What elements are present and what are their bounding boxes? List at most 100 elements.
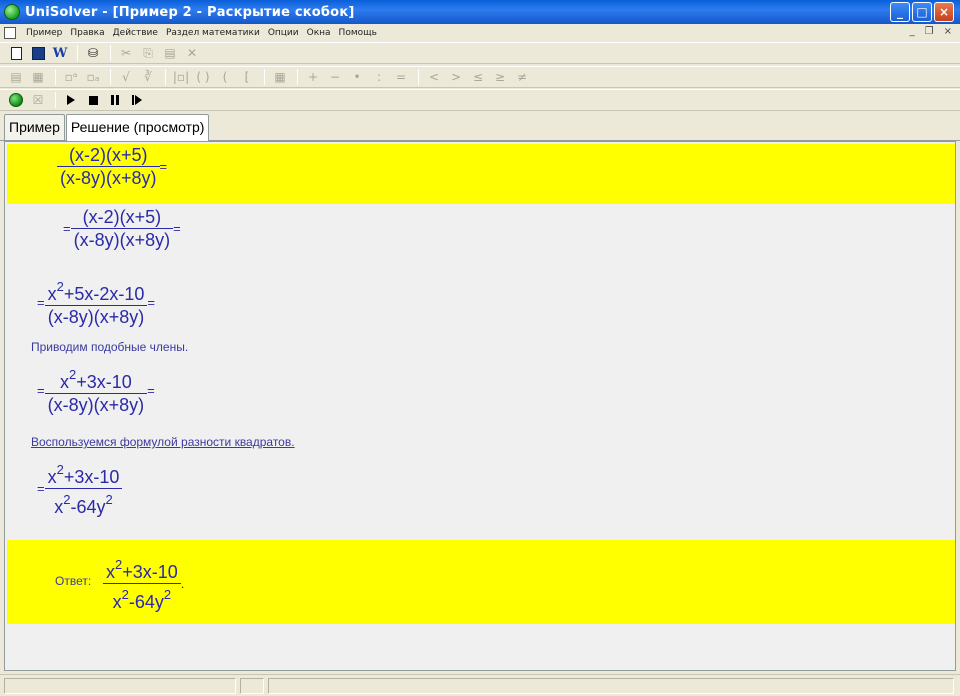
nth-root-icon[interactable]: ∛ [138,68,158,86]
fraction-icon[interactable]: ▤ [6,68,26,86]
open-paren-icon[interactable]: ( [215,68,235,86]
toolbar-file: W ⛁ ✂ ⎘ ▤ ✕ [0,42,960,64]
status-panel [240,678,264,694]
greater-equal-icon[interactable]: ≥ [490,68,510,86]
menu-options[interactable]: Опции [264,28,303,38]
solution-view[interactable]: (x-2)(x+5) (x-8y)(x+8y) = = (x-2)(x+5) (… [4,141,956,671]
fraction: x2+3x-10 (x-8y)(x+8y) [44,364,148,416]
equals-sign: = [63,221,71,236]
toolbar-separator [55,69,56,85]
fraction: (x-2)(x+5) (x-8y)(x+8y) [70,206,174,251]
paste-icon[interactable]: ▤ [160,44,180,62]
app-icon[interactable] [4,4,20,20]
delete-icon[interactable]: ✕ [182,44,202,62]
index-icon[interactable]: ▫ₐ [83,68,103,86]
menu-bar: Пример Правка Действие Раздел математики… [0,24,960,42]
mdi-close-button[interactable]: × [944,26,952,37]
matrix-icon[interactable]: ▦ [28,68,48,86]
window-controls: _ □ × [890,2,954,22]
play-icon[interactable] [61,91,81,109]
denominator: (x-8y)(x+8y) [47,307,145,327]
toolbar-separator [110,69,111,85]
equals-sign: = [147,382,155,398]
toolbar-separator [165,69,166,85]
period: . [180,576,185,591]
equals-sign: = [147,294,155,310]
step-4: = x2+3x-10 x2-64y2 [37,459,123,518]
parentheses-icon[interactable]: ( ) [193,68,213,86]
less-than-icon[interactable]: < [424,68,444,86]
greater-than-icon[interactable]: > [446,68,466,86]
divide-icon[interactable]: : [369,68,389,86]
toolbar-separator [55,92,56,108]
equals-icon[interactable]: = [391,68,411,86]
equals-sign: = [37,294,45,310]
status-bar [0,674,960,696]
toolbar-separator [297,69,298,85]
step-3: = x2+3x-10 (x-8y)(x+8y) = [37,364,155,416]
maximize-button[interactable]: □ [912,2,932,22]
minus-icon[interactable]: − [325,68,345,86]
status-panel [268,678,954,694]
bracket-icon[interactable]: [ [237,68,257,86]
table-icon[interactable] [28,44,48,62]
status-panel [4,678,236,694]
mdi-minimize-button[interactable]: _ [910,26,915,37]
mdi-controls: _ ❐ × [910,26,952,37]
clear-icon[interactable]: ☒ [28,91,48,109]
menu-example[interactable]: Пример [22,28,66,38]
abs-icon[interactable]: |▫| [171,68,191,86]
denominator: (x-8y)(x+8y) [60,168,157,188]
formula-link[interactable]: Воспользуемся формулой разности квадрато… [31,435,295,449]
menu-edit[interactable]: Правка [66,28,108,38]
cut-icon[interactable]: ✂ [116,44,136,62]
toolbar-separator [77,45,78,61]
preview-icon[interactable]: ⛁ [83,44,103,62]
menu-help[interactable]: Помощь [335,28,381,38]
document-icon[interactable] [4,27,16,39]
denominator: x2-64y2 [112,587,172,612]
menu-math-section[interactable]: Раздел математики [162,28,264,38]
window-title: UniSolver - [Пример 2 - Раскрытие скобок… [25,4,355,20]
new-document-icon[interactable] [6,44,26,62]
answer-label: Ответ: [55,574,92,588]
equals-sign: = [37,382,45,398]
step-1: = (x-2)(x+5) (x-8y)(x+8y) = [63,206,181,251]
denominator: (x-8y)(x+8y) [73,230,171,250]
toolbar-separator [110,45,111,61]
title-bar[interactable]: UniSolver - [Пример 2 - Раскрытие скобок… [0,0,960,24]
step-2: = x2+5x-2x-10 (x-8y)(x+8y) = [37,276,155,328]
menu-windows[interactable]: Окна [303,28,335,38]
minimize-button[interactable]: _ [890,2,910,22]
tab-example[interactable]: Пример [4,114,65,140]
mdi-restore-button[interactable]: ❐ [925,26,934,37]
close-button[interactable]: × [934,2,954,22]
fraction: x2+3x-10 x2-64y2 [103,554,181,613]
copy-icon[interactable]: ⎘ [138,44,158,62]
denominator: (x-8y)(x+8y) [47,395,145,415]
numerator: x2+3x-10 [59,367,132,392]
toolbar-separator [418,69,419,85]
numerator: x2+5x-2x-10 [47,279,145,304]
tab-solution-view[interactable]: Решение (просмотр) [65,114,210,141]
equals-sign: = [37,481,45,496]
power-icon[interactable]: ▫ᵃ [61,68,81,86]
fraction: x2+5x-2x-10 (x-8y)(x+8y) [44,276,148,328]
problem-expression: (x-2)(x+5) (x-8y)(x+8y) = [57,144,167,189]
unisolver-window: UniSolver - [Пример 2 - Раскрытие скобок… [0,0,960,696]
less-equal-icon[interactable]: ≤ [468,68,488,86]
step-icon[interactable] [127,91,147,109]
fraction: x2+3x-10 x2-64y2 [44,459,123,518]
start-icon[interactable] [6,91,26,109]
word-export-icon[interactable]: W [50,44,70,62]
toolbar-separator [264,69,265,85]
not-equal-icon[interactable]: ≠ [512,68,532,86]
stop-icon[interactable] [83,91,103,109]
view-tabs: Пример Решение (просмотр) [0,113,960,141]
menu-action[interactable]: Действие [109,28,162,38]
multiply-icon[interactable]: • [347,68,367,86]
plus-icon[interactable]: + [303,68,323,86]
system-icon[interactable]: ▦ [270,68,290,86]
root-icon[interactable]: √ [116,68,136,86]
pause-icon[interactable] [105,91,125,109]
